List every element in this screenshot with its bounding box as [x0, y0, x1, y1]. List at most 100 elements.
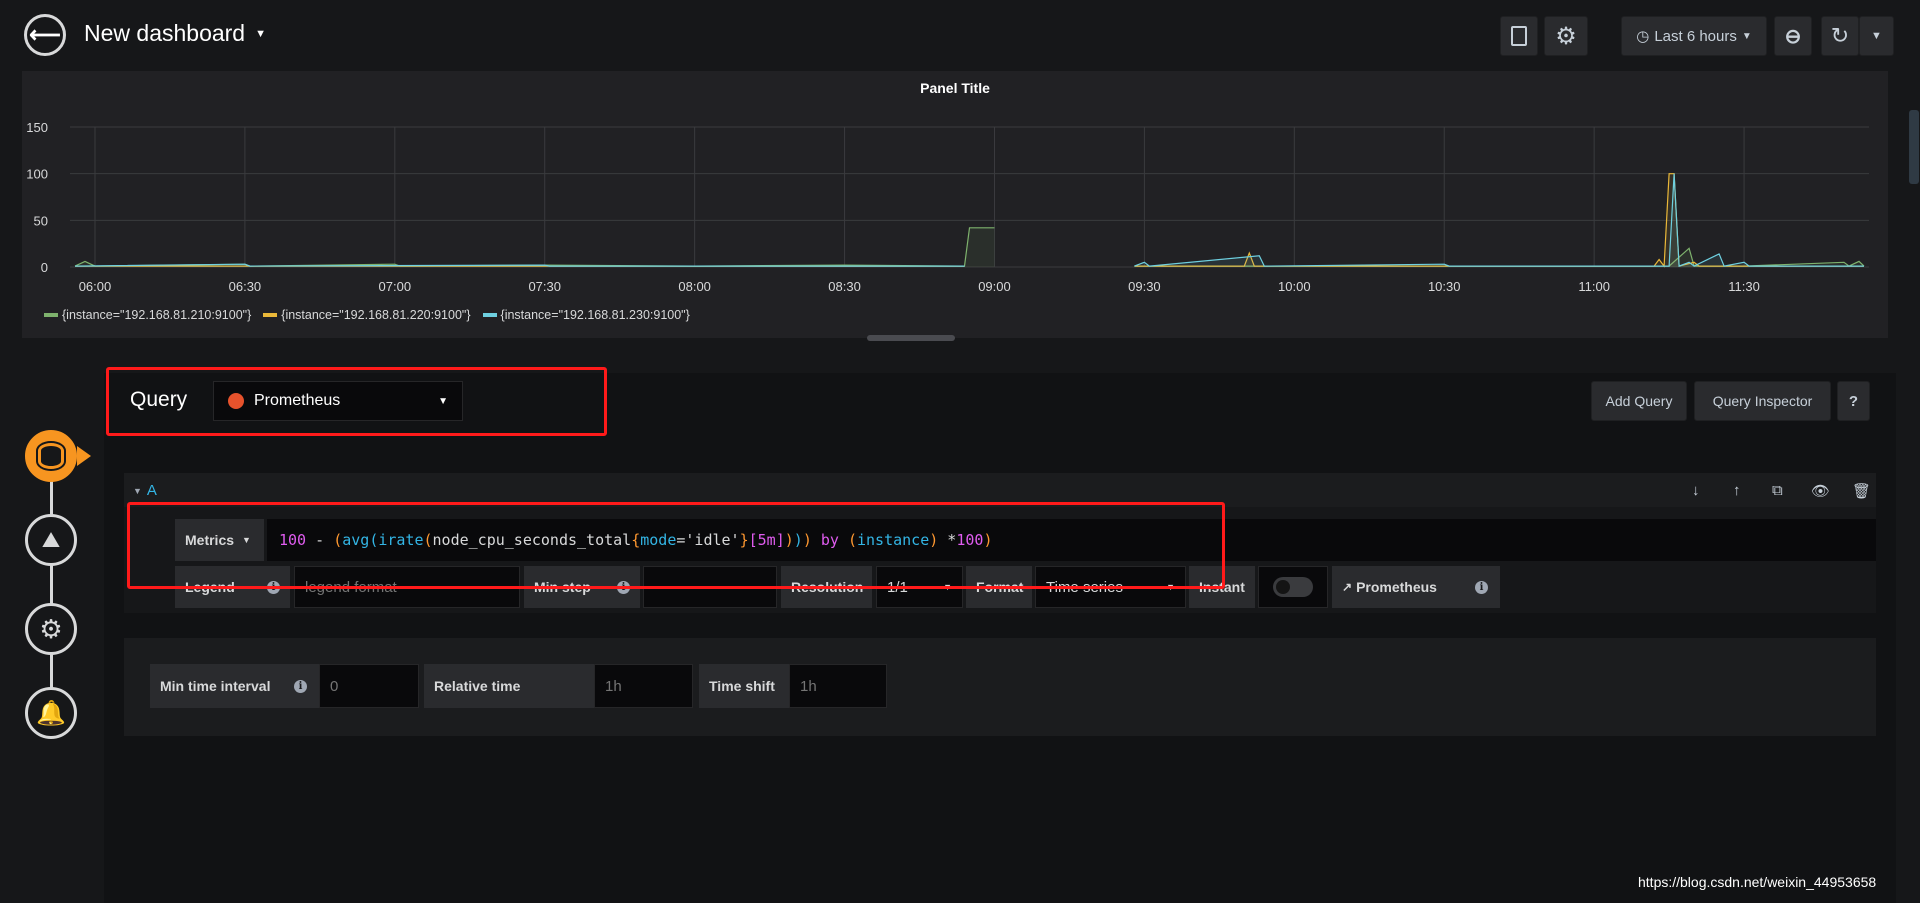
back-button[interactable]: ⟵	[24, 14, 66, 56]
move-down-icon[interactable]: ↓	[1692, 482, 1700, 499]
chart[interactable]: 150 100 50 0 06:00 06:30 07:00 07:30 08:00 08:30 0…	[22, 71, 1888, 311]
caret-down-icon: ▼	[1166, 582, 1175, 592]
eye-icon[interactable]: 👁	[1811, 482, 1830, 500]
caret-down-icon: ▼	[438, 395, 448, 407]
instant-label: Instant	[1189, 566, 1255, 608]
query-row-toggle[interactable]: ▼ A	[133, 482, 157, 499]
watermark: https://blog.csdn.net/weixin_44953658	[1638, 874, 1877, 890]
save-button[interactable]	[1500, 16, 1538, 56]
expr-token: instance	[857, 531, 930, 549]
relative-time-input[interactable]	[594, 664, 693, 708]
time-shift-input[interactable]	[789, 664, 887, 708]
y-tick-label: 100	[26, 167, 48, 182]
info-icon[interactable]: i	[267, 580, 280, 594]
panel-resize-handle[interactable]	[867, 335, 955, 341]
time-picker[interactable]: ◷ Last 6 hours ▼	[1621, 16, 1767, 56]
resolution-label: Resolution	[781, 566, 872, 608]
zoom-out-button[interactable]: ⊖	[1774, 16, 1812, 56]
legend-format-input[interactable]	[294, 566, 520, 608]
clock-icon: ◷	[1636, 28, 1650, 45]
legend: {instance="192.168.81.210:9100"} {instanc…	[44, 308, 690, 322]
min-interval-input[interactable]	[319, 664, 419, 708]
min-step-label: Min step i	[524, 566, 640, 608]
x-tick-label: 10:30	[1428, 279, 1461, 294]
expr-token: (	[423, 531, 433, 549]
query-inspector-button[interactable]: Query Inspector	[1694, 381, 1831, 421]
zoom-out-icon: ⊖	[1784, 25, 1802, 48]
format-label: Format	[966, 566, 1032, 608]
toggle-knob	[1276, 580, 1290, 594]
x-tick-label: 07:00	[379, 279, 412, 294]
expr-token: avg	[342, 531, 370, 549]
external-link-icon: ↗	[1342, 580, 1353, 594]
instant-toggle[interactable]	[1273, 577, 1313, 597]
legend-label: {instance="192.168.81.230:9100"}	[500, 308, 690, 322]
sidebar-item-queries[interactable]	[25, 430, 77, 482]
x-tick-label: 09:30	[1128, 279, 1161, 294]
expr-token: )	[784, 531, 794, 549]
refresh-interval-dropdown[interactable]: ▼	[1859, 16, 1894, 56]
help-button[interactable]: ?	[1837, 381, 1870, 421]
move-up-icon[interactable]: ↑	[1733, 482, 1741, 499]
legend-item[interactable]: {instance="192.168.81.230:9100"}	[482, 308, 690, 322]
info-icon[interactable]: i	[294, 679, 307, 693]
sidebar-item-general[interactable]: ⚙	[25, 603, 77, 655]
settings-button[interactable]: ⚙	[1544, 16, 1588, 56]
query-ref-id: A	[146, 482, 157, 499]
relative-time-label: Relative time	[424, 664, 594, 708]
series-area	[74, 227, 995, 267]
refresh-button[interactable]: ↻	[1821, 16, 1859, 56]
active-indicator-arrow	[77, 446, 91, 466]
min-interval-label: Min time interval i	[150, 664, 319, 708]
x-tick-label: 10:00	[1278, 279, 1311, 294]
time-shift-label: Time shift	[699, 664, 789, 708]
expr-token: 5m	[757, 531, 776, 549]
dashboard-title: New dashboard	[84, 20, 246, 46]
sidebar-item-visualization[interactable]: ⛰	[25, 514, 77, 566]
query-label: Query	[130, 388, 188, 411]
bell-icon: 🔔	[36, 699, 66, 727]
datasource-name: Prometheus	[254, 392, 341, 409]
instant-toggle-box	[1258, 566, 1328, 608]
gears-icon: ⚙	[39, 613, 63, 644]
prometheus-link-label: Prometheus	[1356, 579, 1437, 595]
expr-token: node_cpu_seconds_total	[432, 531, 632, 549]
expr-token: }	[739, 531, 749, 549]
info-icon[interactable]: i	[1475, 580, 1488, 594]
metrics-label: Metrics	[185, 532, 235, 548]
datasource-select[interactable]: Prometheus ▼	[213, 381, 463, 421]
duplicate-icon[interactable]: ⧉	[1772, 482, 1783, 499]
add-query-button[interactable]: Add Query	[1591, 381, 1687, 421]
expr-token: ]	[775, 531, 785, 549]
graph-panel: Panel Title 150 100 50 0 06:00 06:30 07:00 07:3…	[22, 71, 1888, 338]
dashboard-title-dropdown[interactable]: New dashboard ▼	[84, 20, 266, 47]
expr-token: {	[631, 531, 641, 549]
expr-token: =	[676, 531, 686, 549]
expr-token: 'idle'	[685, 531, 740, 549]
prometheus-link[interactable]: ↗ Prometheus i	[1332, 566, 1500, 608]
expr-token: irate	[378, 531, 424, 549]
resolution-select[interactable]: 1/1 ▼	[876, 566, 963, 608]
sidebar-line	[50, 470, 53, 720]
expr-token: *	[938, 531, 957, 549]
expr-token: )	[929, 531, 939, 549]
legend-label: Legend i	[175, 566, 290, 608]
min-step-input[interactable]	[643, 566, 777, 608]
legend-item[interactable]: {instance="192.168.81.220:9100"}	[263, 308, 471, 322]
chart-area-icon: ⛰	[41, 527, 61, 552]
y-tick-label: 0	[41, 260, 48, 275]
info-icon[interactable]: i	[617, 580, 630, 594]
legend-item[interactable]: {instance="192.168.81.210:9100"}	[44, 308, 251, 322]
prometheus-icon	[228, 393, 244, 409]
page-scrollbar[interactable]	[1909, 110, 1919, 184]
metrics-dropdown[interactable]: Metrics ▼	[175, 519, 264, 561]
query-expression-editor[interactable]: 100 - (avg(irate(node_cpu_seconds_total{…	[267, 519, 1876, 561]
format-select[interactable]: Time series ▼	[1035, 566, 1186, 608]
gear-icon: ⚙	[1555, 22, 1577, 50]
trash-icon[interactable]: 🗑	[1852, 482, 1871, 500]
x-tick-label: 06:00	[79, 279, 112, 294]
min-step-label-text: Min step	[534, 579, 591, 595]
x-tick-label: 09:00	[978, 279, 1011, 294]
sidebar-item-alert[interactable]: 🔔	[25, 687, 77, 739]
expr-token: )	[793, 531, 803, 549]
